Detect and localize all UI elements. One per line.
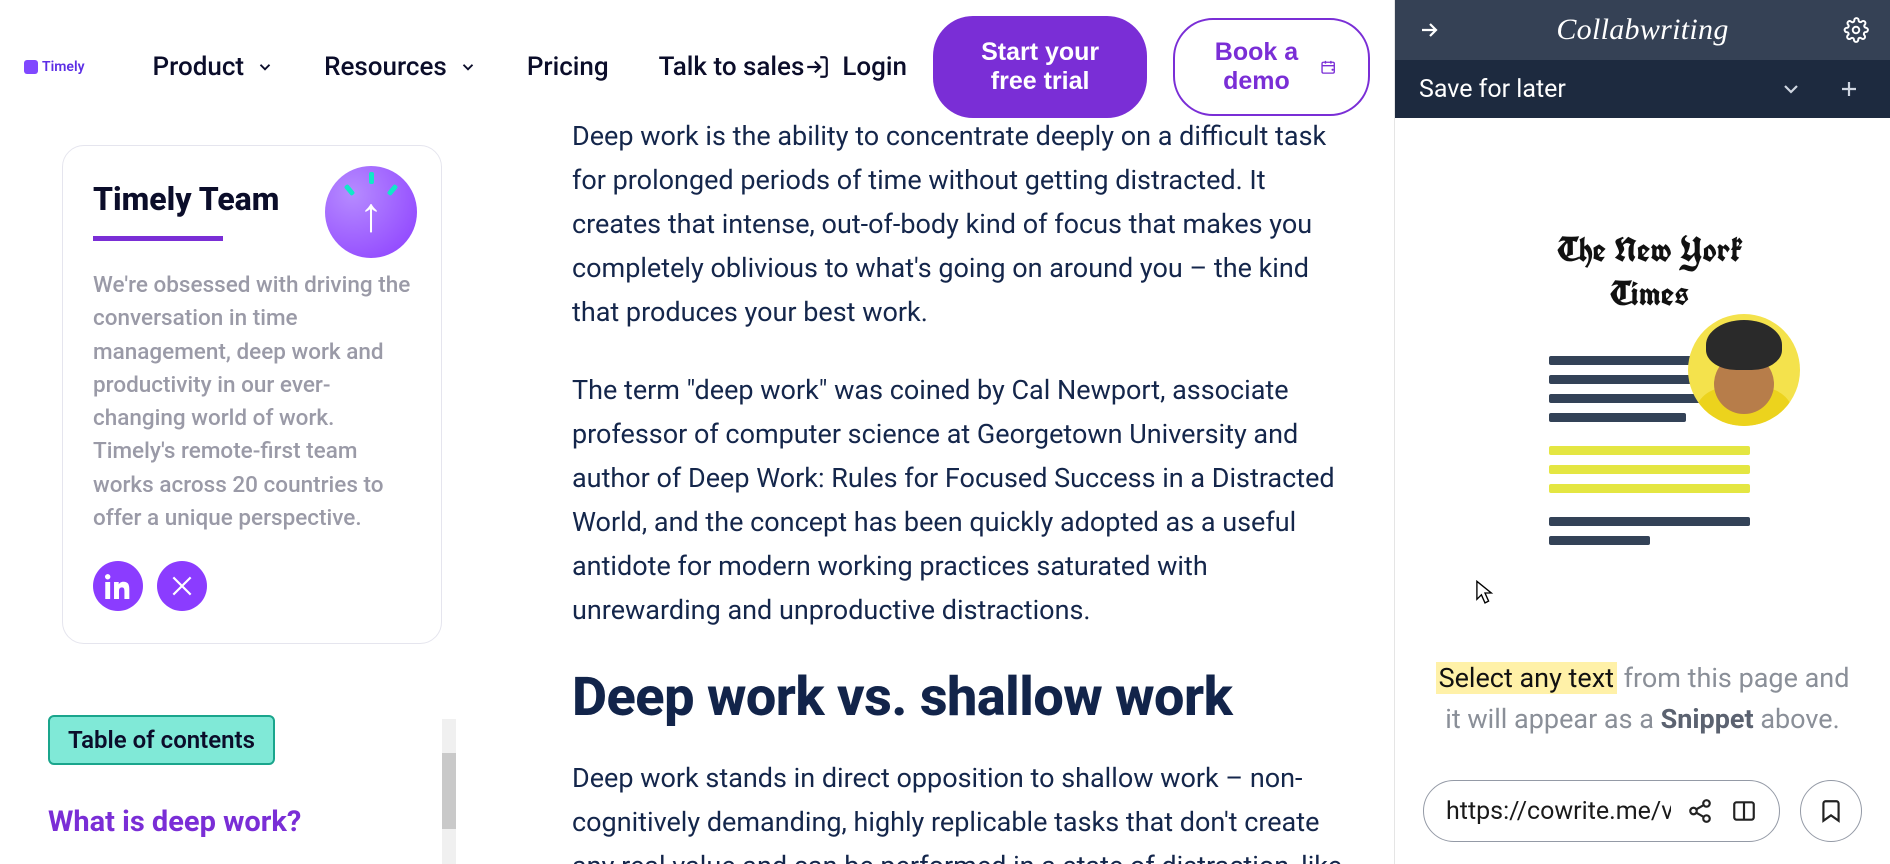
- save-label: Save for later: [1419, 75, 1774, 104]
- article-heading: Deep work vs. shallow work: [572, 668, 1344, 728]
- author-bio: We're obsessed with driving the conversa…: [93, 269, 411, 535]
- nav-item-label: Resources: [324, 52, 447, 82]
- columns-icon[interactable]: [1731, 798, 1757, 824]
- article-paragraph: Deep work stands in direct opposition to…: [572, 756, 1344, 864]
- settings-button[interactable]: [1840, 17, 1872, 43]
- add-button[interactable]: [1832, 77, 1866, 101]
- nav-talk-to-sales[interactable]: Talk to sales: [659, 52, 805, 82]
- toc-item-active[interactable]: What is deep work?: [48, 805, 444, 839]
- illustration-card: The New York Times: [1549, 228, 1750, 545]
- calendar-icon: [1320, 54, 1336, 80]
- share-url-text: https://cowrite.me/v/c827d: [1446, 797, 1671, 826]
- save-for-later-bar[interactable]: Save for later: [1395, 60, 1890, 118]
- article-page: ↑ Timely Team We're obsessed with drivin…: [0, 0, 1394, 864]
- login-label: Login: [842, 52, 907, 82]
- gear-icon: [1843, 17, 1869, 43]
- expand-save-button[interactable]: [1774, 77, 1808, 101]
- login-icon: [804, 54, 830, 80]
- nav-product[interactable]: Product: [153, 52, 275, 82]
- author-card: ↑ Timely Team We're obsessed with drivin…: [62, 145, 442, 644]
- nav-pricing[interactable]: Pricing: [527, 52, 609, 82]
- bookmark-button[interactable]: [1800, 780, 1862, 842]
- plus-icon: [1837, 77, 1861, 101]
- table-of-contents: Table of contents What is deep work?: [48, 715, 444, 839]
- author-avatar: ↑: [325, 166, 417, 258]
- nav-item-label: Product: [153, 52, 245, 82]
- hint-text: Select any text from this page and it wi…: [1395, 658, 1890, 739]
- book-demo-label: Book a demo: [1207, 38, 1305, 96]
- hint-highlight: Select any text: [1436, 662, 1617, 694]
- share-url-pill[interactable]: https://cowrite.me/v/c827d: [1423, 780, 1780, 842]
- bookmark-icon: [1818, 798, 1844, 824]
- panel-title: Collabwriting: [1459, 13, 1826, 47]
- article-paragraph: Deep work is the ability to concentrate …: [572, 114, 1344, 334]
- site-logo[interactable]: Timely: [24, 59, 85, 75]
- collabwriting-panel: Collabwriting Save for later The New Yor…: [1394, 0, 1890, 864]
- toc-scrollbar[interactable]: [442, 719, 456, 864]
- linkedin-icon[interactable]: [93, 561, 143, 611]
- share-icon[interactable]: [1687, 798, 1713, 824]
- book-demo-button[interactable]: Book a demo: [1173, 18, 1370, 116]
- start-trial-button[interactable]: Start your free trial: [933, 16, 1147, 118]
- nav-item-label: Talk to sales: [659, 52, 805, 82]
- chevron-down-icon: [459, 58, 477, 76]
- nav-item-label: Pricing: [527, 52, 609, 82]
- chevron-down-icon: [1779, 77, 1803, 101]
- toc-label[interactable]: Table of contents: [48, 715, 275, 765]
- chevron-down-icon: [256, 58, 274, 76]
- avatar-illustration: [1688, 314, 1800, 426]
- nyt-logo: The New York Times: [1549, 228, 1750, 316]
- nav-resources[interactable]: Resources: [324, 52, 477, 82]
- article-body: Deep work is the ability to concentrate …: [572, 0, 1344, 864]
- arrow-right-icon: [1417, 18, 1441, 42]
- login-link[interactable]: Login: [804, 52, 907, 82]
- x-twitter-icon[interactable]: [157, 561, 207, 611]
- collapse-panel-button[interactable]: [1413, 18, 1445, 42]
- main-navbar: Timely Product Resources Pricing Talk to…: [0, 24, 1394, 110]
- hint-snippet-word: Snippet: [1661, 703, 1754, 735]
- article-paragraph: The term "deep work" was coined by Cal N…: [572, 368, 1344, 632]
